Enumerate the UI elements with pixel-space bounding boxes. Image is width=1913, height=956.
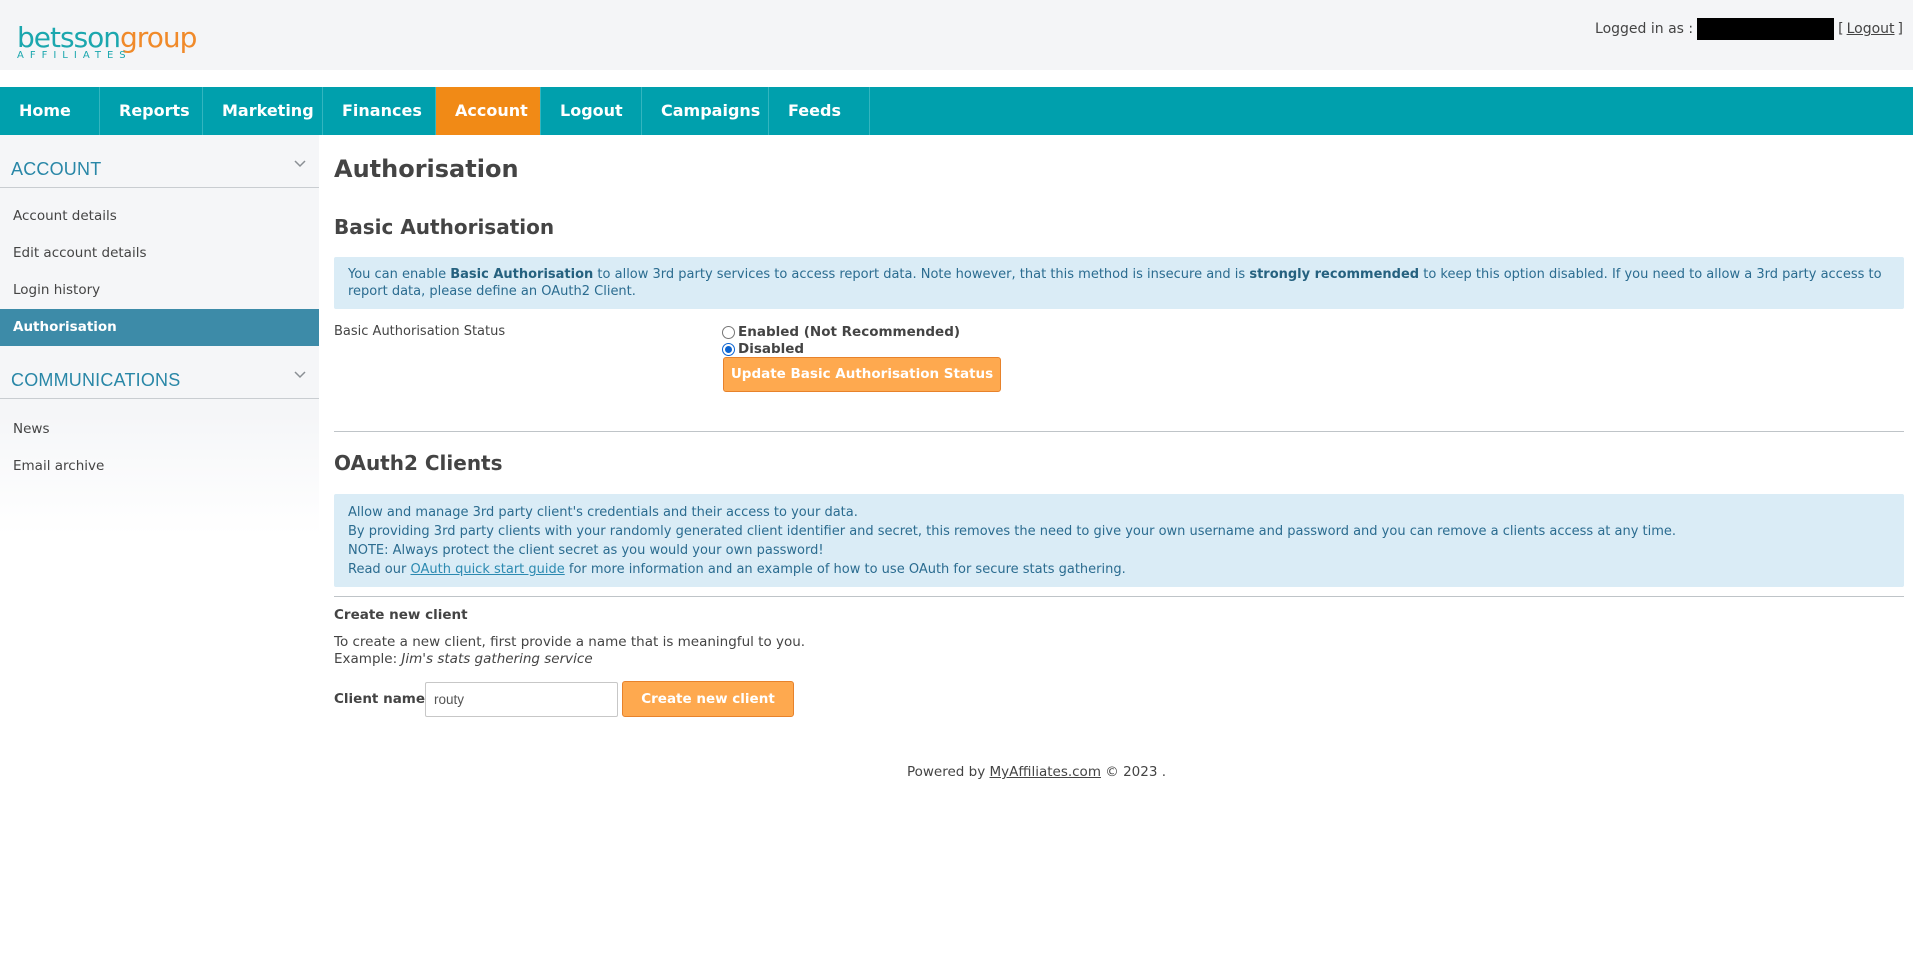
radio-disabled[interactable] <box>722 342 735 356</box>
client-name-input[interactable]: routy <box>425 682 618 717</box>
info-text: for more information and an example of h… <box>564 562 1126 577</box>
info-bold-text: strongly recommended <box>1249 267 1420 282</box>
create-new-client-heading: Create new client <box>334 607 468 623</box>
sidebar-item-account-details[interactable]: Account details <box>0 198 319 235</box>
footer: Powered by MyAffiliates.com © 2023 . <box>0 764 1913 780</box>
basic-authorisation-heading: Basic Authorisation <box>334 215 555 239</box>
nav-feeds[interactable]: Feeds <box>769 87 870 135</box>
sidebar-item-authorisation[interactable]: Authorisation <box>0 309 319 346</box>
update-basic-authorisation-button[interactable]: Update Basic Authorisation Status <box>723 357 1001 392</box>
example-label: Example: <box>334 651 402 667</box>
main-nav: Home Reports Marketing Finances Account … <box>0 87 1913 135</box>
client-name-label: Client name: <box>334 691 431 707</box>
logged-in-label: Logged in as : <box>1595 21 1694 37</box>
chevron-down-icon[interactable] <box>293 157 307 171</box>
nav-marketing[interactable]: Marketing <box>203 87 323 135</box>
myaffiliates-link[interactable]: MyAffiliates.com <box>990 764 1101 780</box>
create-client-example: Example: Jim's stats gathering service <box>334 651 805 668</box>
section-divider <box>334 596 1904 597</box>
sidebar-section-communications[interactable]: COMMUNICATIONS <box>0 346 319 399</box>
radio-enabled-row[interactable]: Enabled (Not Recommended) <box>722 324 960 340</box>
nav-reports[interactable]: Reports <box>100 87 203 135</box>
sidebar-section-title: COMMUNICATIONS <box>11 370 181 390</box>
info-text: to allow 3rd party services to access re… <box>593 267 1250 282</box>
redacted-username <box>1697 18 1835 40</box>
login-status: Logged in as : [ Logout ] <box>1595 18 1903 40</box>
radio-disabled-row[interactable]: Disabled <box>722 341 804 357</box>
oauth-info-line-1: Allow and manage 3rd party client's cred… <box>348 505 858 520</box>
radio-disabled-label[interactable]: Disabled <box>738 341 804 357</box>
sidebar-item-email-archive[interactable]: Email archive <box>0 448 319 485</box>
page-title: Authorisation <box>334 155 519 183</box>
betsson-group-logo[interactable]: betssongroup AFFILIATES <box>17 24 207 64</box>
logout-bracket-open: [ <box>1838 21 1844 37</box>
footer-powered-by: Powered by <box>906 764 990 780</box>
sidebar-item-edit-account-details[interactable]: Edit account details <box>0 235 319 272</box>
logout-bracket-close: ] <box>1897 21 1903 37</box>
header-logout-link[interactable]: Logout <box>1847 21 1895 37</box>
chevron-down-icon[interactable] <box>293 368 307 382</box>
oauth-quick-start-guide-link[interactable]: OAuth quick start guide <box>410 562 564 577</box>
info-bold-text: Basic Authorisation <box>450 267 594 282</box>
oauth2-clients-heading: OAuth2 Clients <box>334 451 503 475</box>
nav-home[interactable]: Home <box>0 87 100 135</box>
sidebar-section-account[interactable]: ACCOUNT <box>0 135 319 188</box>
radio-enabled[interactable] <box>722 325 735 339</box>
top-header: betssongroup AFFILIATES Logged in as : [… <box>0 0 1913 70</box>
nav-account[interactable]: Account <box>436 87 541 135</box>
nav-logout[interactable]: Logout <box>541 87 642 135</box>
oauth2-info: Allow and manage 3rd party client's cred… <box>334 494 1904 587</box>
create-client-desc-line: To create a new client, first provide a … <box>334 634 806 650</box>
sidebar-item-news[interactable]: News <box>0 411 319 448</box>
section-divider <box>334 431 1904 432</box>
basic-authorisation-status-label: Basic Authorisation Status <box>334 324 506 339</box>
nav-finances[interactable]: Finances <box>323 87 436 135</box>
sidebar-item-login-history[interactable]: Login history <box>0 272 319 309</box>
oauth-info-line-4: Read our OAuth quick start guide for mor… <box>348 560 1890 579</box>
footer-copyright: © 2023 . <box>1100 764 1167 780</box>
basic-authorisation-info: You can enable Basic Authorisation to al… <box>334 257 1904 309</box>
sidebar: ACCOUNT Account details Edit account det… <box>0 135 319 535</box>
create-new-client-button[interactable]: Create new client <box>622 681 794 717</box>
example-value: Jim's stats gathering service <box>401 651 593 667</box>
radio-enabled-label[interactable]: Enabled (Not Recommended) <box>738 324 960 340</box>
info-text: Read our <box>348 562 411 577</box>
nav-campaigns[interactable]: Campaigns <box>642 87 769 135</box>
oauth-info-line-3: NOTE: Always protect the client secret a… <box>348 543 824 558</box>
sidebar-section-title: ACCOUNT <box>11 159 102 179</box>
create-client-description: To create a new client, first provide a … <box>334 634 805 668</box>
info-text: You can enable <box>348 267 451 282</box>
oauth-info-line-2: By providing 3rd party clients with your… <box>348 524 1677 539</box>
